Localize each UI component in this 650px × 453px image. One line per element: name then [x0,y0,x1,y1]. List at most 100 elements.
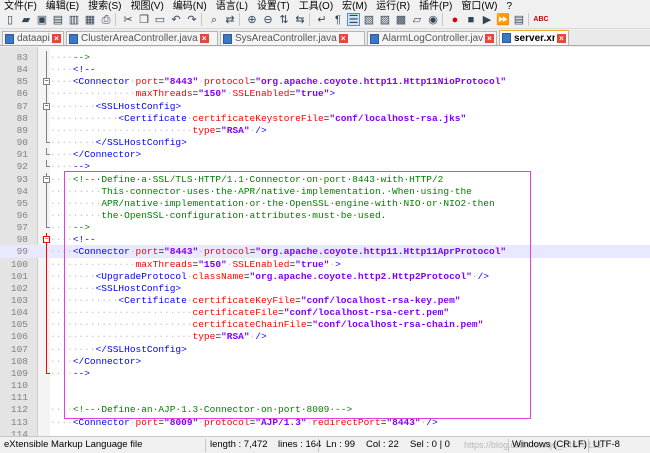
code-line[interactable]: 111 [0,391,650,404]
code-line[interactable]: 108 ····</Connector> [0,354,650,368]
tab-clusterareacontroller-java[interactable]: ClusterAreaController.java × [66,31,218,45]
new-file-icon[interactable]: ▯ [3,13,17,27]
language-icon[interactable]: ▧ [362,13,376,27]
fold-toggle-icon[interactable]: − [43,172,50,186]
tab-close-icon[interactable]: × [52,34,61,43]
menu-item[interactable]: 设置(T) [253,1,295,11]
code-token: "conf/localhost-rsa-key.pem" [300,295,461,306]
code-line[interactable]: 87 − ········<SSLHostConfig> [0,99,650,113]
status-encoding[interactable]: UTF-8 [593,437,620,453]
tab-server-xml[interactable]: server.xml× [499,30,569,45]
file-icon [69,33,78,44]
code-line[interactable]: 103 ············<Certificate·certificateK… [0,294,650,307]
code-line[interactable]: 96 ·········the·OpenSSL·configuration·att… [0,208,650,222]
tab-close-icon[interactable]: × [557,33,566,43]
cut-icon[interactable]: ✂ [121,13,135,27]
code-line[interactable]: 102 ········<SSLHostConfig> [0,281,650,295]
code-line[interactable]: 114 [0,428,650,436]
code-line[interactable]: 99 ····<Connector·port="8443"·protocol="o… [0,245,650,259]
menu-item[interactable]: 插件(P) [415,1,457,11]
tab-close-icon[interactable]: × [338,34,348,43]
show-all-chars-icon[interactable]: ¶ [331,13,345,27]
code-line[interactable]: 86 ···············maxThreads="150"·SSLEna… [0,87,650,101]
find-icon[interactable]: ⌕ [207,13,221,27]
spell-check-icon[interactable]: ABC [533,13,548,27]
code-text: ···············maxThreads="150"·SSLEnabl… [50,258,341,271]
close-icon[interactable]: ▥ [67,13,81,27]
record-macro-icon[interactable]: ● [448,13,462,27]
tab-alarmlogcontroller-java[interactable]: AlarmLogController.java × [367,31,497,45]
code-line[interactable]: 101 ········<UpgradeProtocol·className="o… [0,269,650,283]
code-line[interactable]: 85 − ····<Connector·port="8443"·protocol="… [0,75,650,89]
code-line[interactable]: 91 ····</Connector> [0,148,650,161]
play-macro-icon[interactable]: ▶ [480,13,494,27]
function-list-icon[interactable]: ▩ [394,13,408,27]
menu-item[interactable]: 窗口(W) [457,1,502,11]
code-line[interactable]: 92 ····--> [0,160,650,173]
code-line[interactable]: 107 ········</SSLHostConfig> [0,342,650,356]
code-line[interactable]: 110 [0,379,650,392]
fold-toggle-icon[interactable]: − [43,99,50,113]
document-map-icon[interactable]: ▨ [378,13,392,27]
monitoring-icon[interactable]: ◉ [426,13,440,27]
indent-guide-icon[interactable]: ☰ [347,13,360,26]
menu-item[interactable]: 视图(V) [126,1,168,11]
code-text: ········<UpgradeProtocol·className="org.… [50,270,489,283]
tab-sysareacontroller-java[interactable]: SysAreaController.java × [220,31,365,45]
sync-vertical-icon[interactable]: ⇅ [277,13,291,27]
zoom-in-icon[interactable]: ⊕ [245,13,259,27]
save-icon[interactable]: ▣ [35,13,49,27]
menu-item[interactable]: 搜索(S) [84,1,126,11]
folder-workspace-icon[interactable]: ▱ [410,13,424,27]
save-macro-icon[interactable]: ▤ [512,13,526,27]
redo-icon[interactable]: ↷ [185,13,199,27]
code-line[interactable]: 109 ····--> [0,366,650,380]
menu-item[interactable]: 文件(F) [0,1,42,11]
code-line[interactable]: 95 ·········APR/native·implementation·or·… [0,196,650,210]
code-line[interactable]: 83 ····--> [0,51,650,64]
code-line[interactable]: 89 ·························type="RSA"·/> [0,123,650,137]
menu-item[interactable]: 编辑(E) [42,1,84,11]
replace-icon[interactable]: ⇄ [223,13,237,27]
menu-item[interactable]: ? [503,1,518,11]
code-line[interactable]: 90 ········</SSLHostConfig> [0,136,650,149]
fold-toggle-icon[interactable]: − [43,75,50,89]
menu-item[interactable]: 编码(N) [169,1,212,11]
menu-item[interactable]: 语言(L) [212,1,253,11]
run-macro-multiple-icon[interactable]: ⏩ [496,13,510,27]
paste-icon[interactable]: ▭ [153,13,167,27]
zoom-out-icon[interactable]: ⊖ [261,13,275,27]
sync-horizontal-icon[interactable]: ⇆ [293,13,307,27]
code-line[interactable]: 113 ····<Connector·port="8009"·protocol="… [0,416,650,429]
menu-item[interactable]: 工具(O) [295,1,338,11]
save-all-icon[interactable]: ▤ [51,13,65,27]
code-line[interactable]: 106 ·························type="RSA"·/… [0,330,650,344]
menu-item[interactable]: 宏(M) [338,1,372,11]
code-line[interactable]: 98 − ····<!-- [0,233,650,247]
close-all-icon[interactable]: ▦ [83,13,97,27]
toolbar-separator [115,13,119,26]
code-line[interactable]: 94 ·········This·connector·uses·the·APR/n… [0,184,650,198]
menu-item[interactable]: 运行(R) [372,1,415,11]
code-line[interactable]: 100 ···············maxThreads="150"·SSLEn… [0,257,650,271]
code-token: "AJP/1.3" [255,416,307,428]
copy-icon[interactable]: ❐ [137,13,151,27]
tab-close-icon[interactable]: × [485,34,494,43]
print-icon[interactable]: ⎙ [99,13,113,27]
code-editor[interactable]: 83 ····--> 84 ····<!-- 85− ····<Connector·por… [0,47,650,436]
code-line[interactable]: 88 ············<Certificate·certificateKe… [0,111,650,125]
word-wrap-icon[interactable]: ↵ [315,13,329,27]
stop-recording-icon[interactable]: ■ [464,13,478,27]
code-line[interactable]: 93 − ····<!--·Define·a·SSL/TLS·HTTP/1.1·Co… [0,172,650,186]
fold-toggle-icon[interactable]: − [43,233,50,247]
code-line[interactable]: 84 ····<!-- [0,63,650,77]
code-line[interactable]: 97 ····--> [0,221,650,234]
status-eol[interactable]: Windows (CR LF) [512,437,587,453]
code-line[interactable]: 104 ·························certificateF… [0,306,650,320]
open-file-icon[interactable]: ▰ [19,13,33,27]
tab-close-icon[interactable]: × [199,34,209,43]
tab-dataapi-log[interactable]: dataapi.log× [2,31,64,45]
code-line[interactable]: 112 ····<!--·Define·an·AJP·1.3·Connector·… [0,403,650,416]
code-line[interactable]: 105 ·························certificateC… [0,318,650,332]
undo-icon[interactable]: ↶ [169,13,183,27]
